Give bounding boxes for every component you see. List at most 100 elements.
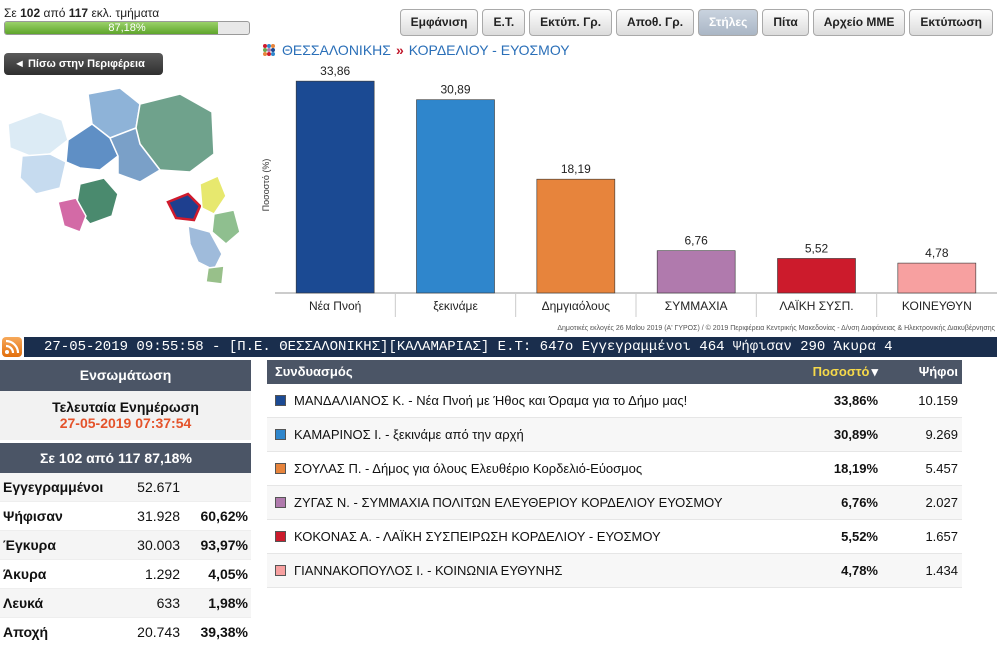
party-name: ΖΥΓΑΣ Ν. - ΣΥΜΜΑΧΙΑ ΠΟΛΙΤΩΝ ΕΛΕΥΘΕΡΙΟΥ Κ… xyxy=(294,494,723,510)
breadcrumb-separator: » xyxy=(395,42,404,58)
sections-progress: Σε 102 από 117 87,18% xyxy=(0,443,251,473)
party-cell: ΖΥΓΑΣ Ν. - ΣΥΜΜΑΧΙΑ ΠΟΛΙΤΩΝ ΕΛΕΥΘΕΡΙΟΥ Κ… xyxy=(267,486,794,519)
print-chart-button[interactable]: Εκτύπ. Γρ. xyxy=(529,9,613,36)
party-cell: ΓΙΑΝΝΑΚΟΠΟΥΛΟΣ Ι. - ΚΟΙΝΩΝΙΑ ΕΥΘΥΝΗΣ xyxy=(267,554,794,587)
party-votes: 5.457 xyxy=(925,461,958,476)
party-percent: 30,89% xyxy=(833,427,878,442)
party-color-swatch xyxy=(275,463,286,474)
bars-button[interactable]: Στήλες xyxy=(698,9,759,36)
stat-row-abstention: Αποχή 20.743 39,38% xyxy=(0,618,251,645)
map-area-northwest[interactable] xyxy=(7,111,69,157)
party-cell: ΚΑΜΑΡΙΝΟΣ Ι. - ξεκινάμε από την αρχή xyxy=(267,418,794,451)
stat-percent xyxy=(180,473,248,501)
col-header-votes[interactable]: Ψήφοι xyxy=(886,360,962,384)
party-votes: 10.159 xyxy=(918,393,958,408)
pie-button[interactable]: Πίτα xyxy=(762,9,809,36)
last-update-time: 27-05-2019 07:37:54 xyxy=(59,415,192,431)
results-bar-chart: Ποσοστό (%) 33,86 Νέα Πνοή 30,89 ξεκινάμε 18,… xyxy=(261,64,997,332)
stat-row-blank: Λευκά 633 1,98% xyxy=(0,589,251,618)
total-sections: 117 xyxy=(68,6,89,20)
bar-value-label: 18,19 xyxy=(561,162,591,176)
progress-bar: 87,18% xyxy=(4,21,250,35)
stat-value: 633 xyxy=(156,595,180,611)
chart-region-link[interactable]: ΘΕΣΣΑΛΟΝΙΚΗΣ xyxy=(282,42,391,58)
bar-value-label: 4,78 xyxy=(925,246,949,260)
party-name: ΣΟΥΛΑΣ Π. - Δήμος για όλους Ελευθέριο Κο… xyxy=(294,460,643,476)
counted-sections: 102 xyxy=(20,6,41,20)
stat-value: 30.003 xyxy=(137,537,180,553)
bar xyxy=(656,250,736,294)
table-row[interactable]: ΚΑΜΑΡΙΝΟΣ Ι. - ξεκινάμε από την αρχή 30,8… xyxy=(267,418,962,452)
party-color-swatch xyxy=(275,429,286,440)
col-header-party[interactable]: Συνδυασμός xyxy=(267,360,794,384)
table-row[interactable]: ΓΙΑΝΝΑΚΟΠΟΥΛΟΣ Ι. - ΚΟΙΝΩΝΙΑ ΕΥΘΥΝΗΣ 4,78… xyxy=(267,554,962,588)
map-area-yellow[interactable] xyxy=(199,174,227,215)
back-to-region-button[interactable]: ◄ Πίσω στην Περιφέρεια xyxy=(4,53,163,75)
party-color-swatch xyxy=(275,565,286,576)
party-votes: 2.027 xyxy=(925,495,958,510)
bar-value-label: 33,86 xyxy=(320,64,350,78)
stat-label: Άκυρα xyxy=(3,566,47,582)
toolbar: Εμφάνιση Ε.Τ. Εκτύπ. Γρ. Αποθ. Γρ. Στήλε… xyxy=(399,9,993,36)
map-area-east-green[interactable] xyxy=(211,209,241,245)
results-rows: ΜΑΝΔΑΛΙΑΝΟΣ Κ. - Νέα Πνοή με Ήθος και Όρ… xyxy=(267,384,962,588)
stat-row-voted: Ψήφισαν 31.928 60,62% xyxy=(0,502,251,531)
show-button[interactable]: Εμφάνιση xyxy=(399,9,479,36)
party-percent: 6,76% xyxy=(841,495,878,510)
stat-percent: 39,38% xyxy=(200,624,248,640)
table-row[interactable]: ΣΟΥΛΑΣ Π. - Δήμος για όλους Ελευθέριο Κο… xyxy=(267,452,962,486)
last-update-box: Τελευταία Ενημέρωση 27-05-2019 07:37:54 xyxy=(0,391,251,440)
chart-municipality: ΚΟΡΔΕΛΙΟΥ - ΕΥΟΣΜΟΥ xyxy=(408,42,570,58)
party-percent: 33,86% xyxy=(833,393,878,408)
party-name: ΓΙΑΝΝΑΚΟΠΟΥΛΟΣ Ι. - ΚΟΙΝΩΝΙΑ ΕΥΘΥΝΗΣ xyxy=(294,562,563,578)
results-header: Συνδυασμός Ποσοστό ▾ Ψήφοι xyxy=(267,360,962,384)
stat-value: 31.928 xyxy=(137,508,180,524)
party-votes: 1.434 xyxy=(925,563,958,578)
table-row[interactable]: ΚΟΚΟΝΑΣ Α. - ΛΑΪΚΗ ΣΥΣΠΕΙΡΩΣΗ ΚΟΡΔΕΛΙΟΥ … xyxy=(267,520,962,554)
party-name: ΚΟΚΟΝΑΣ Α. - ΛΑΪΚΗ ΣΥΣΠΕΙΡΩΣΗ ΚΟΡΔΕΛΙΟΥ … xyxy=(294,528,661,544)
party-votes: 1.657 xyxy=(925,529,958,544)
stat-value: 52.671 xyxy=(137,479,180,495)
news-ticker[interactable]: 27-05-2019 09:55:58 - [Π.Ε. ΘΕΣΣΑΛΟΝΙΚΗΣ… xyxy=(24,337,997,357)
progress-percent: 87,18% xyxy=(108,22,146,34)
stat-value: 1.292 xyxy=(144,566,180,582)
last-update-title: Τελευταία Ενημέρωση xyxy=(52,399,199,415)
progress-middle: από xyxy=(43,6,66,20)
bar xyxy=(295,80,375,294)
party-name: ΚΑΜΑΡΙΝΟΣ Ι. - ξεκινάμε από την αρχή xyxy=(294,426,524,442)
map-area-selected[interactable] xyxy=(166,192,202,222)
stat-percent: 4,05% xyxy=(208,566,248,582)
stat-label: Αποχή xyxy=(3,624,49,640)
stat-label: Λευκά xyxy=(3,595,44,611)
party-color-swatch xyxy=(275,395,286,406)
map-area-west[interactable] xyxy=(19,153,67,195)
party-color-swatch xyxy=(275,531,286,542)
party-cell: ΣΟΥΛΑΣ Π. - Δήμος για όλους Ελευθέριο Κο… xyxy=(267,452,794,485)
rss-icon[interactable] xyxy=(2,337,22,357)
stats-panel: Ενσωμάτωση Τελευταία Ενημέρωση 27-05-201… xyxy=(0,360,251,645)
bar xyxy=(416,99,495,294)
col-header-percent[interactable]: Ποσοστό ▾ xyxy=(794,360,886,384)
media-archive-button[interactable]: Αρχείο ΜΜΕ xyxy=(812,9,906,36)
et-button[interactable]: Ε.Τ. xyxy=(482,9,526,36)
stats-panel-header: Ενσωμάτωση xyxy=(0,360,251,391)
party-percent: 5,52% xyxy=(841,529,878,544)
stats-list: Εγγεγραμμένοι 52.671 Ψήφισαν 31.928 60,6… xyxy=(0,473,251,645)
stat-percent: 93,97% xyxy=(200,537,248,553)
table-row[interactable]: ΜΑΝΔΑΛΙΑΝΟΣ Κ. - Νέα Πνοή με Ήθος και Όρ… xyxy=(267,384,962,418)
category-label: ΛΑΪΚΗ ΣΥΣΠ. xyxy=(779,299,853,313)
chart-title: ΘΕΣΣΑΛΟΝΙΚΗΣ » ΚΟΡΔΕΛΙΟΥ - ΕΥΟΣΜΟΥ xyxy=(262,42,570,58)
save-chart-button[interactable]: Αποθ. Γρ. xyxy=(616,9,695,36)
party-percent: 18,19% xyxy=(833,461,878,476)
map-area-southeast[interactable] xyxy=(205,265,225,285)
progress-suffix: εκλ. τμήματα xyxy=(91,6,160,20)
party-name: ΜΑΝΔΑΛΙΑΝΟΣ Κ. - Νέα Πνοή με Ήθος και Όρ… xyxy=(294,392,688,408)
category-label: ΣΥΜΜΑΧΙΑ xyxy=(665,299,728,313)
bar xyxy=(777,258,856,294)
stat-label: Εγγεγραμμένοι xyxy=(3,479,104,495)
category-label: Νέα Πνοή xyxy=(309,299,361,313)
table-row[interactable]: ΖΥΓΑΣ Ν. - ΣΥΜΜΑΧΙΑ ΠΟΛΙΤΩΝ ΕΛΕΥΘΕΡΙΟΥ Κ… xyxy=(267,486,962,520)
stat-value: 20.743 xyxy=(137,624,180,640)
region-map[interactable] xyxy=(0,84,250,294)
print-button[interactable]: Εκτύπωση xyxy=(909,9,993,36)
